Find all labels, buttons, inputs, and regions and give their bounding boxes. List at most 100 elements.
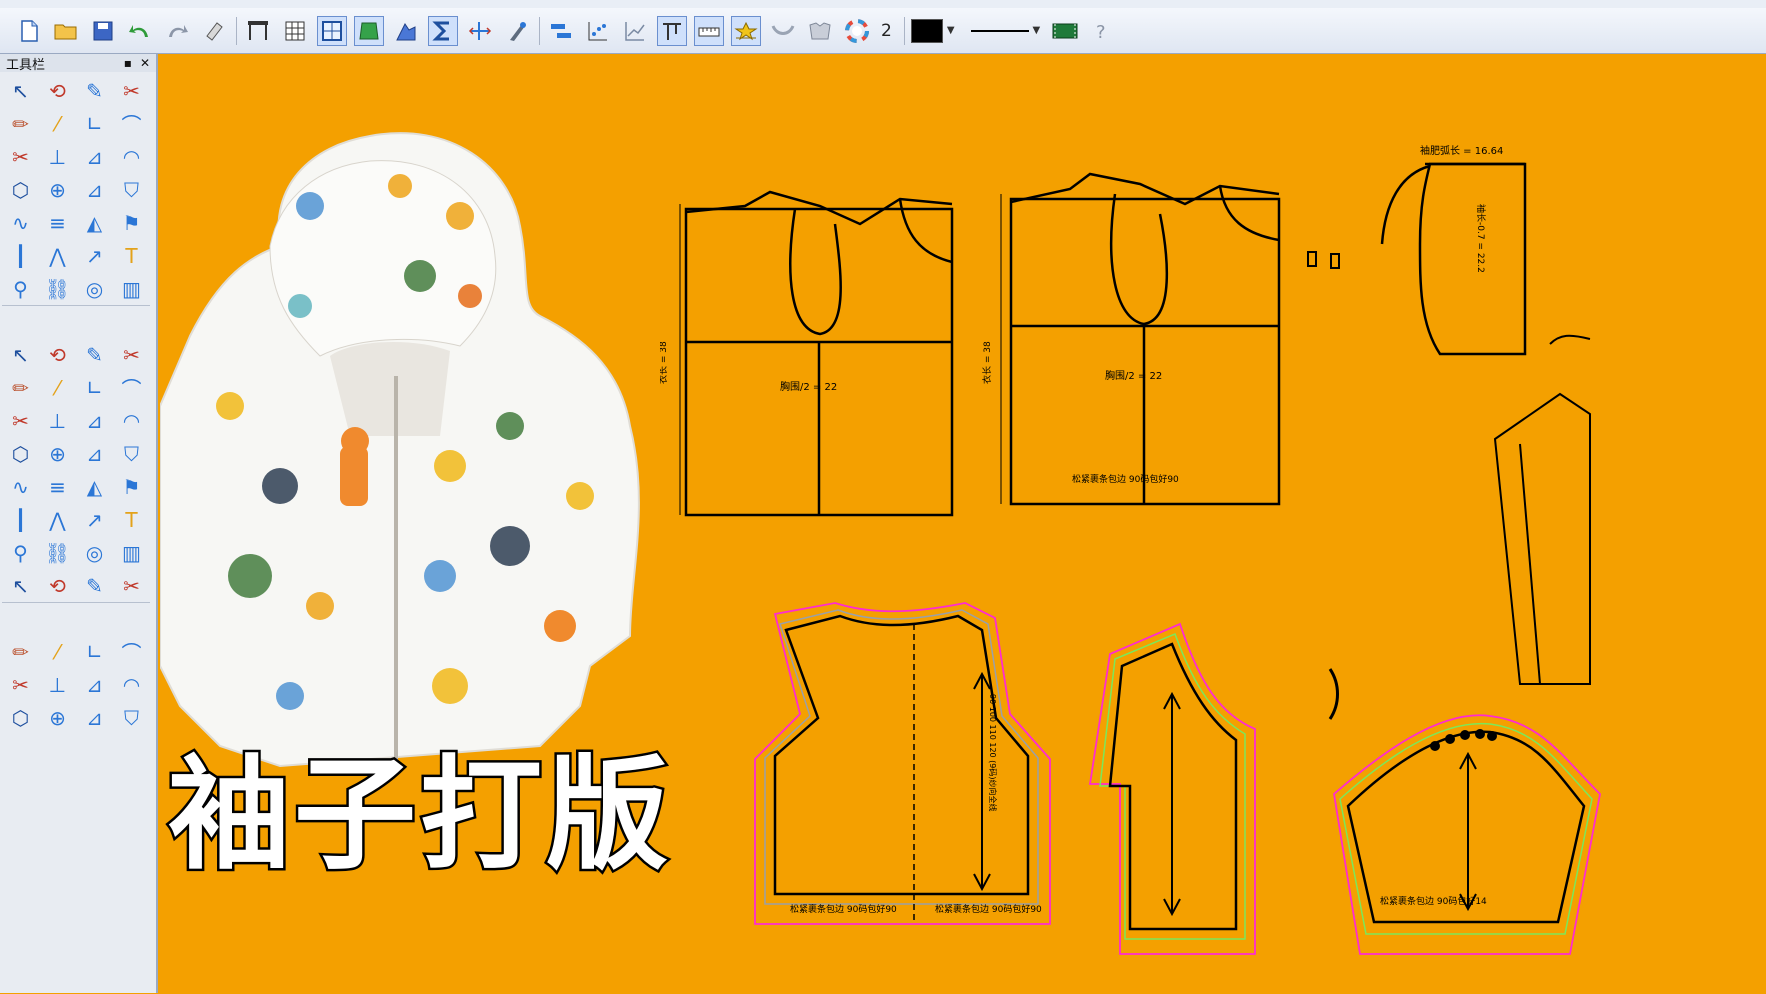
tool-bezier-button[interactable]: ⌒ xyxy=(113,371,150,404)
drawing-canvas[interactable]: 袖子打版 胸围/2 = 22 衣长 = 38 胸围/2 = 22 松紧裹条包边 … xyxy=(160,54,1766,993)
brush-button[interactable] xyxy=(502,16,532,46)
tool-chain-button[interactable]: ⚲ xyxy=(2,536,39,569)
color-wheel-button[interactable] xyxy=(842,16,872,46)
tool-bezier-button[interactable]: ⌒ xyxy=(113,635,150,668)
tool-angle-button[interactable]: ∟ xyxy=(76,635,113,668)
tool-pencil-button[interactable]: ✏ xyxy=(2,371,39,404)
window-button[interactable] xyxy=(317,15,347,46)
undo-button[interactable] xyxy=(125,16,155,46)
tool-corner-button[interactable]: ⊿ xyxy=(76,404,113,437)
tool-pencil-button[interactable]: ✏ xyxy=(2,635,39,668)
tool-column-button[interactable]: ▥ xyxy=(113,272,150,305)
tool-shield-shape-button[interactable]: ⛉ xyxy=(113,701,150,734)
eraser-button[interactable] xyxy=(199,16,229,46)
close-icon[interactable]: ✕ xyxy=(140,56,150,70)
chart-button[interactable] xyxy=(620,16,650,46)
tool-arc-button[interactable]: ◠ xyxy=(113,668,150,701)
line-width-value[interactable]: 2 xyxy=(881,21,892,41)
tool-dart-button[interactable]: ⋀ xyxy=(39,239,76,272)
tool-column-button[interactable]: ▥ xyxy=(113,536,150,569)
tool-ruler-line-button[interactable]: ┃ xyxy=(2,239,39,272)
tool-shield-shape-button[interactable]: ⛉ xyxy=(113,173,150,206)
tool-wave-button[interactable]: ∿ xyxy=(2,470,39,503)
tool-ruler-line-button[interactable]: ┃ xyxy=(2,503,39,536)
chevron-down-icon[interactable]: ▼ xyxy=(1033,25,1041,36)
tool-curve-select-button[interactable]: ⟲ xyxy=(39,569,76,602)
tool-layers-button[interactable]: ≡ xyxy=(39,206,76,239)
ruler-button[interactable] xyxy=(694,15,724,46)
tool-scissor-button[interactable]: ✂ xyxy=(113,569,150,602)
tool-corner-button[interactable]: ⊿ xyxy=(76,140,113,173)
tool-pen-button[interactable]: ✎ xyxy=(76,338,113,371)
tool-scissor-button[interactable]: ✂ xyxy=(113,74,150,107)
tool-arc-button[interactable]: ◠ xyxy=(113,140,150,173)
tool-node-button[interactable]: ⊕ xyxy=(39,437,76,470)
tool-cut-button[interactable]: ✂ xyxy=(2,668,39,701)
tool-triangle-button[interactable]: ⊿ xyxy=(76,701,113,734)
tool-flag-button[interactable]: ⚑ xyxy=(113,206,150,239)
tool-curve-select-button[interactable]: ⟲ xyxy=(39,74,76,107)
mark-button[interactable] xyxy=(731,15,761,46)
tool-shield-shape-button[interactable]: ⛉ xyxy=(113,437,150,470)
tool-flag-button[interactable]: ⚑ xyxy=(113,470,150,503)
scatter-button[interactable] xyxy=(583,16,613,46)
tool-cut-button[interactable]: ✂ xyxy=(2,404,39,437)
tool-node-button[interactable]: ⊕ xyxy=(39,701,76,734)
cup-button[interactable] xyxy=(768,16,798,46)
tool-select-button[interactable]: ↖ xyxy=(2,569,39,602)
tool-arc-button[interactable]: ◠ xyxy=(113,404,150,437)
line-style-picker[interactable] xyxy=(970,29,1029,32)
tool-wave-button[interactable]: ∿ xyxy=(2,206,39,239)
tool-link-button[interactable]: ⛓ xyxy=(39,272,76,305)
tool-chain-button[interactable]: ⚲ xyxy=(2,272,39,305)
color-picker[interactable] xyxy=(910,18,943,43)
shirt-button[interactable] xyxy=(805,16,835,46)
tool-triangle-button[interactable]: ⊿ xyxy=(76,173,113,206)
tool-corner-button[interactable]: ⊿ xyxy=(76,668,113,701)
tool-mirror-button[interactable]: ◭ xyxy=(76,206,113,239)
tool-ruler-draw-button[interactable]: ⁄ xyxy=(39,371,76,404)
tool-scissor-button[interactable]: ✂ xyxy=(113,338,150,371)
tool-mirror-button[interactable]: ◭ xyxy=(76,470,113,503)
open-button[interactable] xyxy=(51,16,81,46)
pin-icon[interactable]: ▪ xyxy=(124,56,132,70)
tool-angle-button[interactable]: ∟ xyxy=(76,107,113,140)
grid-button[interactable] xyxy=(280,16,310,46)
tool-pencil-button[interactable]: ✏ xyxy=(2,107,39,140)
tool-pen-button[interactable]: ✎ xyxy=(76,569,113,602)
tool-measure-button[interactable]: ⊥ xyxy=(39,140,76,173)
help-button[interactable]: ? xyxy=(1087,16,1117,46)
tool-bezier-button[interactable]: ⌒ xyxy=(113,107,150,140)
tool-link-button[interactable]: ⛓ xyxy=(39,536,76,569)
tool-spiral-button[interactable]: ◎ xyxy=(76,272,113,305)
tool-curve-select-button[interactable]: ⟲ xyxy=(39,338,76,371)
tool-node-button[interactable]: ⊕ xyxy=(39,173,76,206)
tool-select-button[interactable]: ↖ xyxy=(2,338,39,371)
tool-ruler-draw-button[interactable]: ⁄ xyxy=(39,635,76,668)
save-button[interactable] xyxy=(88,16,118,46)
tool-cut-button[interactable]: ✂ xyxy=(2,140,39,173)
tool-shape-button[interactable]: ⬡ xyxy=(2,701,39,734)
tool-text-tool-button[interactable]: T xyxy=(113,503,150,536)
redo-button[interactable] xyxy=(162,16,192,46)
align-button[interactable] xyxy=(546,16,576,46)
tool-ruler-draw-button[interactable]: ⁄ xyxy=(39,107,76,140)
tool-layers-button[interactable]: ≡ xyxy=(39,470,76,503)
tool-spiral-button[interactable]: ◎ xyxy=(76,536,113,569)
piece-button[interactable] xyxy=(391,16,421,46)
tool-cursor-button[interactable]: ↗ xyxy=(76,503,113,536)
pattern-button[interactable] xyxy=(354,15,384,46)
tool-angle-button[interactable]: ∟ xyxy=(76,371,113,404)
tool-cursor-button[interactable]: ↗ xyxy=(76,239,113,272)
film-button[interactable] xyxy=(1050,16,1080,46)
tool-dart-button[interactable]: ⋀ xyxy=(39,503,76,536)
chevron-down-icon[interactable]: ▼ xyxy=(947,25,955,36)
tool-pen-button[interactable]: ✎ xyxy=(76,74,113,107)
size-button[interactable] xyxy=(657,15,687,46)
tool-select-button[interactable]: ↖ xyxy=(2,74,39,107)
tool-text-tool-button[interactable]: T xyxy=(113,239,150,272)
tool-triangle-button[interactable]: ⊿ xyxy=(76,437,113,470)
measure-button[interactable] xyxy=(465,16,495,46)
layout-button[interactable] xyxy=(243,16,273,46)
tool-shape-button[interactable]: ⬡ xyxy=(2,437,39,470)
